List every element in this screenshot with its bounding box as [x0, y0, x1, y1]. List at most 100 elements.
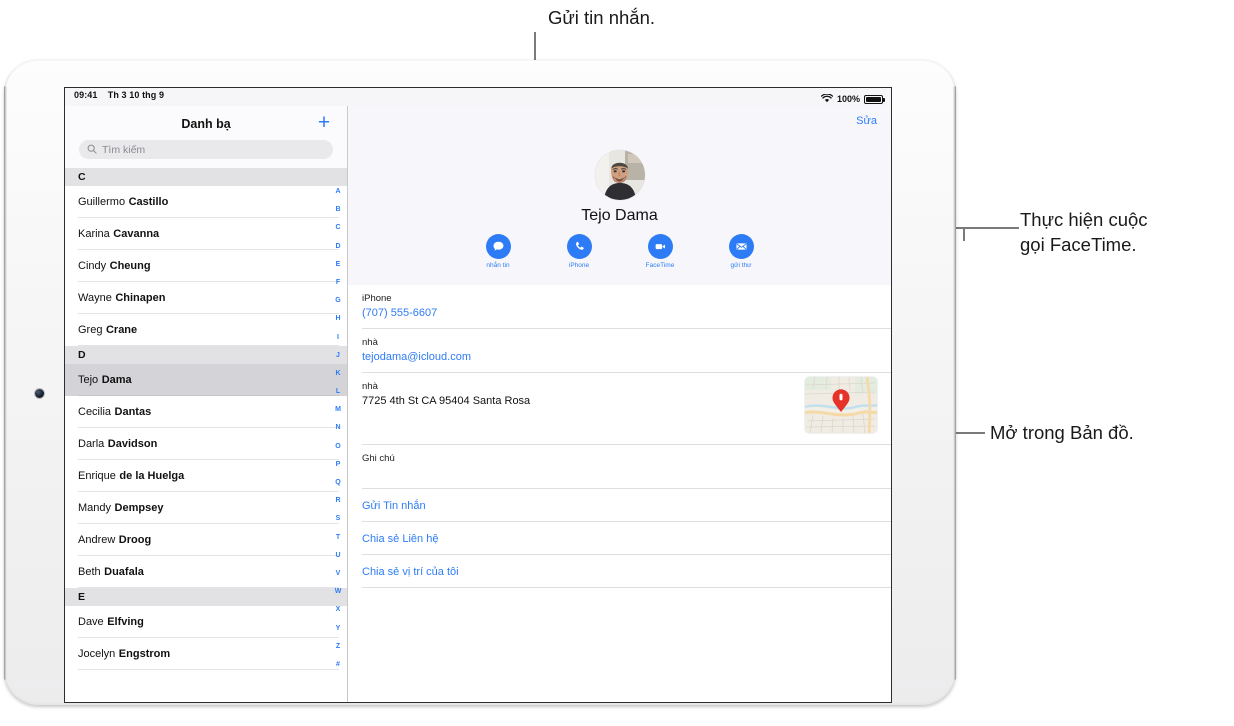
list-item[interactable]: Cecilia Dantas [65, 396, 347, 428]
index-letter[interactable]: N [335, 424, 340, 431]
contact-first-name: Guillermo [78, 196, 126, 208]
device-right-edge [953, 86, 956, 680]
index-letter[interactable]: P [336, 461, 341, 468]
detail-action-link[interactable]: Chia sẻ Liên hệ [348, 522, 891, 555]
contact-action-buttons: nhắn tin iPhone FaceTime gửi thư [348, 234, 891, 269]
list-item[interactable]: Jocelyn Engstrom [65, 638, 347, 670]
search-placeholder: Tìm kiếm [102, 143, 146, 156]
index-letter[interactable]: K [335, 370, 340, 377]
action-label: nhắn tin [486, 262, 510, 269]
index-letter[interactable]: I [337, 334, 339, 341]
contact-last-name: Dantas [114, 406, 152, 418]
split-view: Danh bạ + Tìm kiếm C Guillermo Castillo … [65, 106, 891, 702]
detail-field[interactable]: nhà tejodama@icloud.com [348, 329, 891, 373]
detail-field[interactable]: iPhone (707) 555-6607 [348, 285, 891, 329]
index-letter[interactable]: H [335, 315, 340, 322]
list-item[interactable]: Wayne Chinapen [65, 282, 347, 314]
index-letter[interactable]: W [335, 588, 342, 595]
list-item[interactable]: Mandy Dempsey [65, 492, 347, 524]
index-letter[interactable]: T [336, 534, 340, 541]
field-label: nhà [362, 337, 378, 348]
contact-last-name: Elfving [107, 616, 144, 628]
index-letter[interactable]: V [336, 570, 341, 577]
search-input[interactable]: Tìm kiếm [79, 140, 333, 159]
index-letter[interactable]: J [336, 352, 340, 359]
index-letter[interactable]: U [335, 552, 340, 559]
contact-first-name: Tejo [78, 374, 99, 386]
index-letter[interactable]: X [336, 606, 341, 613]
list-item[interactable]: Andrew Droog [65, 524, 347, 556]
index-letter[interactable]: A [335, 188, 340, 195]
action-label: FaceTime [645, 262, 675, 269]
index-letter[interactable]: # [336, 661, 340, 668]
screenshot-root: Gửi tin nhắn. Thực hiện cuộc gọi FaceTim… [0, 0, 1234, 726]
index-letter[interactable]: G [335, 297, 340, 304]
map-pin-icon[interactable] [805, 377, 877, 433]
action-video-camera-button[interactable]: FaceTime [633, 234, 687, 269]
field-value[interactable]: tejodama@icloud.com [362, 350, 877, 365]
list-item[interactable]: Dave Elfving [65, 606, 347, 638]
edit-button[interactable]: Sửa [856, 115, 877, 127]
index-letter[interactable]: O [335, 443, 340, 450]
action-phone-button[interactable]: iPhone [552, 234, 606, 269]
mail-icon [728, 234, 754, 259]
callout-facetime: Thực hiện cuộc gọi FaceTime. [1020, 207, 1234, 257]
detail-field[interactable]: nhà 7725 4th St CA 95404 Santa Rosa [348, 373, 891, 445]
action-mail-button[interactable]: gửi thư [714, 234, 768, 269]
contact-last-name: Dempsey [114, 502, 164, 514]
battery-icon [864, 94, 885, 104]
index-letter[interactable]: S [336, 515, 341, 522]
field-value[interactable]: (707) 555-6607 [362, 306, 877, 321]
list-item[interactable]: Greg Crane [65, 314, 347, 346]
device-screen: 09:41 Th 3 10 thg 9 100% Danh bạ + Tìm k… [65, 88, 891, 702]
detail-field[interactable]: Ghi chú [348, 445, 891, 489]
avatar[interactable] [594, 150, 645, 200]
status-bar-time-date: 09:41 Th 3 10 thg 9 [74, 90, 164, 100]
detail-action-link[interactable]: Chia sẻ vị trí của tôi [348, 555, 891, 588]
index-letter[interactable]: B [335, 206, 340, 213]
list-item[interactable]: Cindy Cheung [65, 250, 347, 282]
field-label: nhà [362, 381, 378, 392]
battery-percent: 100% [836, 94, 860, 104]
list-item[interactable]: Darla Davidson [65, 428, 347, 460]
list-item-partial[interactable] [65, 670, 347, 684]
field-value: 7725 4th St CA 95404 Santa Rosa [362, 395, 531, 407]
contacts-list-pane: Danh bạ + Tìm kiếm C Guillermo Castillo … [65, 106, 348, 702]
index-letter[interactable]: R [335, 497, 340, 504]
action-message-button[interactable]: nhắn tin [471, 234, 525, 269]
list-item[interactable]: Tejo Dama [65, 364, 347, 396]
contact-detail-pane: Sửa Tejo Dama nhắn tin iPhone FaceTime g… [348, 106, 891, 702]
detail-action-link[interactable]: Gửi Tin nhắn [348, 489, 891, 522]
search-icon [87, 141, 97, 159]
contacts-list[interactable]: C Guillermo Castillo Karina Cavanna Cindy Cheu… [65, 168, 347, 702]
index-letter[interactable]: F [336, 279, 340, 286]
list-section-header: E [65, 588, 347, 606]
list-item[interactable]: Enrique de la Huelga [65, 460, 347, 492]
index-letter[interactable]: E [336, 261, 341, 268]
phone-icon [566, 234, 592, 259]
list-section-header: C [65, 168, 347, 186]
index-letter[interactable]: Q [335, 479, 340, 486]
contact-last-name: Droog [118, 534, 152, 546]
front-camera-icon [35, 389, 44, 398]
callout-send-message: Gửi tin nhắn. [548, 7, 655, 28]
video-camera-icon [647, 234, 673, 259]
list-item[interactable]: Beth Duafala [65, 556, 347, 588]
contact-last-name: Davidson [107, 438, 158, 450]
index-letter[interactable]: Z [336, 643, 340, 650]
action-label: iPhone [568, 262, 590, 269]
list-item[interactable]: Karina Cavanna [65, 218, 347, 250]
contact-last-name: Engstrom [118, 648, 171, 660]
add-contact-button[interactable]: + [313, 112, 335, 134]
callout-facetime-line2: gọi FaceTime. [1020, 234, 1137, 255]
index-letter[interactable]: C [335, 224, 340, 231]
page-title: Danh bạ [181, 117, 231, 131]
alphabet-index[interactable]: A B C D E F G H I J K L M N O P Q R S T U V W X Y Z # [330, 168, 346, 702]
index-letter[interactable]: M [335, 406, 341, 413]
index-letter[interactable]: L [336, 388, 340, 395]
status-date: Th 3 10 thg 9 [107, 90, 165, 100]
index-letter[interactable]: D [335, 243, 340, 250]
list-item[interactable]: Guillermo Castillo [65, 186, 347, 218]
list-section-header: D [65, 346, 347, 364]
index-letter[interactable]: Y [336, 625, 341, 632]
